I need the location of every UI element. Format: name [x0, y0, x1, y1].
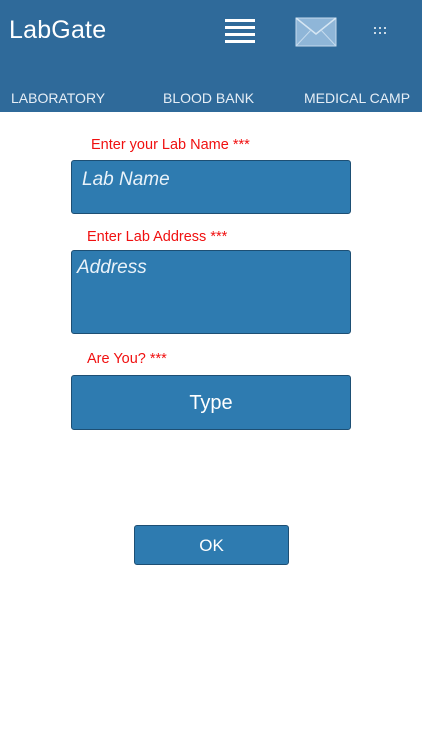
lab-address-input[interactable]: Address — [71, 250, 351, 334]
app-bar: LabGate LABORATORY BLOOD BANK MEDICAL CA… — [0, 0, 422, 112]
tab-bar: LABORATORY BLOOD BANK MEDICAL CAMP — [0, 78, 422, 112]
more-options-icon[interactable] — [374, 27, 392, 39]
app-title: LabGate — [9, 16, 107, 44]
tab-laboratory[interactable]: LABORATORY — [11, 90, 105, 106]
menu-icon[interactable] — [225, 18, 255, 46]
mail-icon[interactable] — [295, 17, 337, 47]
lab-address-label: Enter Lab Address *** — [87, 229, 228, 245]
type-label: Are You? *** — [87, 351, 167, 367]
tab-blood-bank[interactable]: BLOOD BANK — [163, 90, 254, 106]
tab-medical-camp[interactable]: MEDICAL CAMP — [304, 90, 410, 106]
lab-name-input[interactable]: Lab Name — [71, 160, 351, 214]
type-select[interactable]: Type — [71, 375, 351, 430]
lab-name-placeholder: Lab Name — [82, 169, 170, 190]
ok-button[interactable]: OK — [134, 525, 289, 565]
lab-address-placeholder: Address — [77, 257, 147, 278]
lab-name-label: Enter your Lab Name *** — [91, 137, 250, 153]
